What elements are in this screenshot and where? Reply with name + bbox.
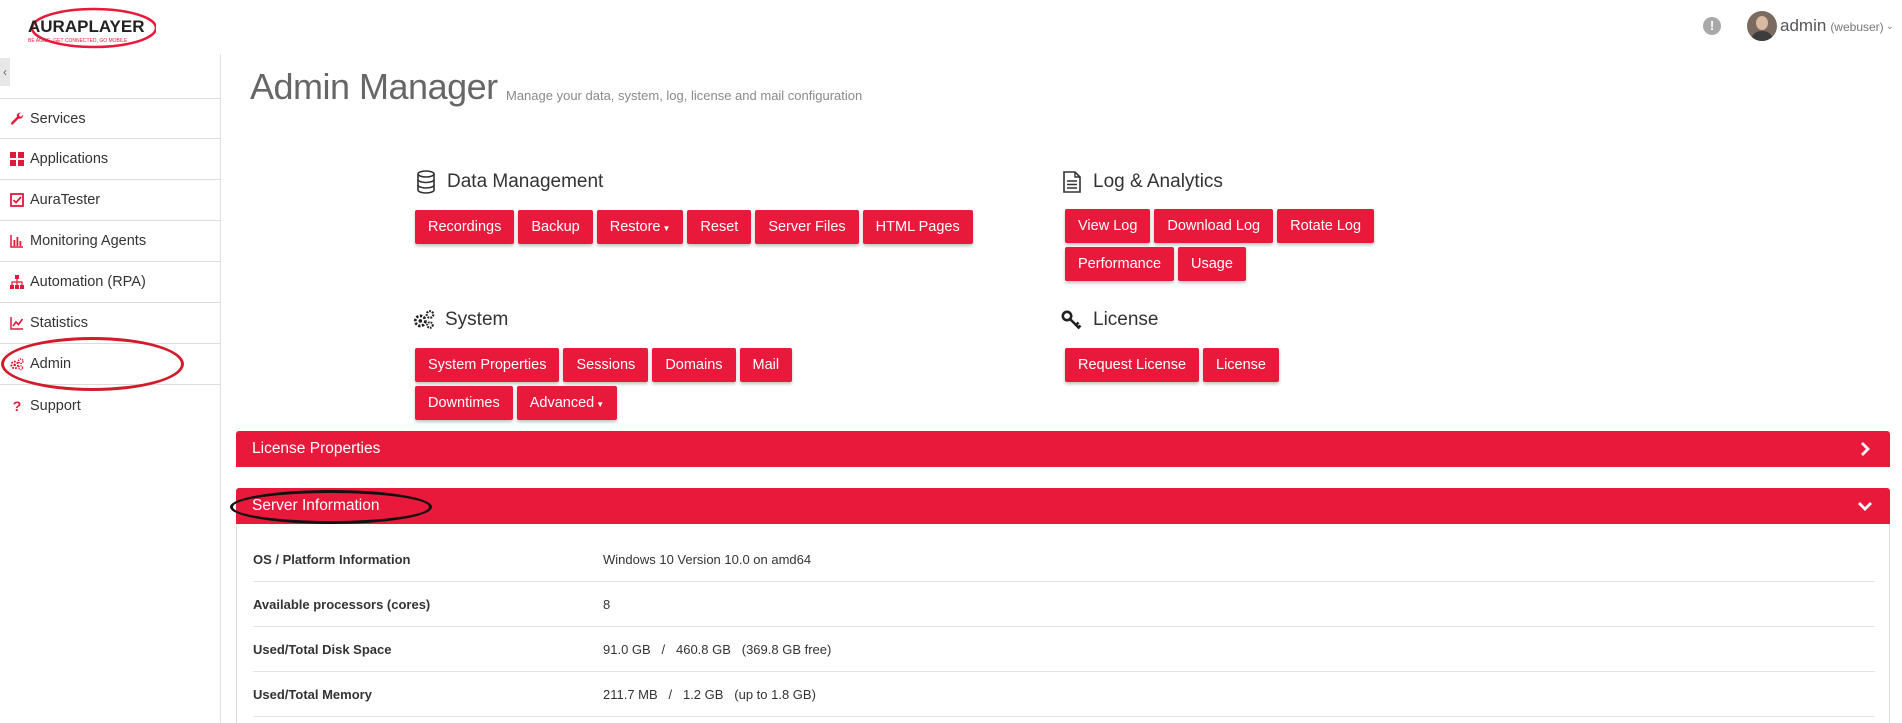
log-analytics-section-title: Log & Analytics [1061,170,1223,194]
sidebar-item-applications[interactable]: Applications [0,139,221,180]
bar-chart-icon [10,234,24,248]
license-section-title: License [1061,308,1159,332]
top-header: AURAPLAYER BE AGILE, GET CONNECTED, GO M… [0,0,1902,54]
sidebar-item-support[interactable]: ? Support [0,385,221,426]
key-icon [1061,308,1083,332]
sidebar-item-label: Statistics [30,315,89,331]
domains-button[interactable]: Domains [652,348,736,382]
system-buttons-row-1: System Properties Sessions Domains Mail [415,348,793,382]
section-label: Data Management [447,171,604,192]
sidebar-collapse-button[interactable]: ‹ [0,58,10,86]
data-management-section-title: Data Management [415,170,603,194]
panel-title: License Properties [252,440,381,457]
backup-button[interactable]: Backup [518,210,593,244]
auraplayer-logo[interactable]: AURAPLAYER BE AGILE, GET CONNECTED, GO M… [24,6,156,50]
page-subtitle: Manage your data, system, log, license a… [506,88,863,103]
license-buttons: Request License License [1065,348,1279,382]
html-pages-button[interactable]: HTML Pages [862,210,973,244]
row-label: OS / Platform Information [253,551,411,567]
section-label: License [1093,309,1159,330]
sidebar-item-label: Applications [30,151,109,167]
file-text-icon [1061,170,1083,194]
row-value: Windows 10 Version 10.0 on amd64 [603,551,812,567]
server-files-button[interactable]: Server Files [755,210,859,244]
user-name: admin [1780,16,1827,35]
usage-button[interactable]: Usage [1178,247,1246,281]
advanced-button[interactable]: Advanced ▼ [516,386,618,420]
row-label: Used/Total Memory [253,686,372,702]
user-role: (webuser) [1830,20,1884,34]
restore-button-label: Restore [609,219,661,235]
caret-down-icon: ▼ [662,224,671,233]
line-chart-icon [10,316,24,330]
restore-button[interactable]: Restore ▼ [596,210,684,244]
sidebar-item-label: Monitoring Agents [30,233,147,249]
sessions-button[interactable]: Sessions [563,348,649,382]
exclamation-circle-icon[interactable]: ! [1703,17,1721,35]
table-row: OS / Platform Information Windows 10 Ver… [253,537,1875,582]
rotate-log-button[interactable]: Rotate Log [1277,209,1375,243]
license-button[interactable]: License [1203,348,1279,382]
checkbox-icon [10,193,24,207]
admin-highlight-annotation [1,337,184,391]
caret-down-icon: ▼ [596,400,605,409]
row-label: Used/Total Disk Space [253,641,392,657]
table-row: Used/Total Memory 211.7 MB / 1.2 GB (up … [253,672,1875,717]
row-value: 211.7 MB / 1.2 GB (up to 1.8 GB) [603,686,816,702]
sidebar-item-automation-rpa[interactable]: Automation (RPA) [0,262,221,303]
log-analytics-buttons-row-1: View Log Download Log Rotate Log [1065,209,1375,243]
sidebar-item-services[interactable]: Services [0,98,221,139]
sidebar-item-label: AuraTester [30,192,101,208]
reset-button[interactable]: Reset [687,210,752,244]
sidebar-item-label: Support [30,397,81,414]
view-log-button[interactable]: View Log [1065,209,1151,243]
server-information-highlight-annotation [230,490,432,524]
cogs-icon [413,308,435,332]
logo-text: AURAPLAYER [28,17,145,36]
sidebar-item-label: Services [30,110,86,127]
recordings-button[interactable]: Recordings [415,210,515,244]
downtimes-button[interactable]: Downtimes [415,386,513,420]
question-icon: ? [12,397,22,414]
sidebar-item-monitoring-agents[interactable]: Monitoring Agents [0,221,221,262]
database-icon [415,170,437,194]
logo-tagline: BE AGILE, GET CONNECTED, GO MOBILE [28,38,128,44]
license-properties-panel-header[interactable]: License Properties [236,431,1890,467]
table-row: Available processors (cores) 8 [253,582,1875,627]
chevron-right-icon [1861,442,1870,456]
data-management-buttons: Recordings Backup Restore ▼ Reset Server … [415,210,973,244]
row-label: Available processors (cores) [253,596,431,612]
row-value: 91.0 GB / 460.8 GB (369.8 GB free) [603,641,832,657]
mail-button[interactable]: Mail [739,348,793,382]
sidebar-item-label: Automation (RPA) [30,274,146,290]
advanced-button-label: Advanced [529,395,595,411]
server-information-panel-header[interactable]: Server Information [236,488,1890,524]
chevron-down-icon [1858,502,1872,511]
grid-icon [10,152,24,166]
system-buttons-row-2: Downtimes Advanced ▼ [415,386,618,420]
user-menu[interactable]: admin (webuser) ⌄ [1747,11,1894,41]
request-license-button[interactable]: Request License [1065,348,1200,382]
section-label: Log & Analytics [1093,171,1223,192]
sitemap-icon [10,275,24,289]
avatar [1747,11,1777,41]
system-section-title: System [413,308,508,332]
log-analytics-buttons-row-2: Performance Usage [1065,247,1246,281]
table-row: Used/Total Disk Space 91.0 GB / 460.8 GB… [253,627,1875,672]
performance-button[interactable]: Performance [1065,247,1175,281]
sidebar-item-auratester[interactable]: AuraTester [0,180,221,221]
server-information-panel-body: OS / Platform Information Windows 10 Ver… [236,525,1890,723]
section-label: System [445,309,509,330]
wrench-icon [10,112,24,126]
row-value: 8 [603,596,611,612]
page-title: Admin Manager [250,66,498,107]
system-properties-button[interactable]: System Properties [415,348,560,382]
chevron-down-icon: ⌄ [1885,20,1895,32]
download-log-button[interactable]: Download Log [1154,209,1274,243]
